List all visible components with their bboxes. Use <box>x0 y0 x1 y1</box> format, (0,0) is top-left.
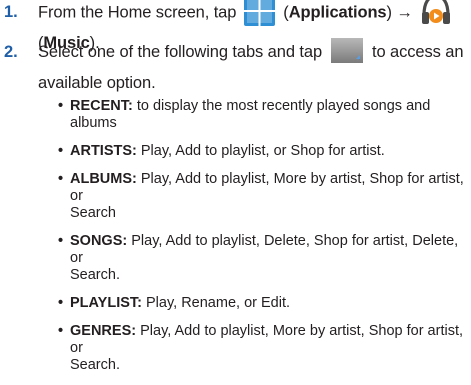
applications-icon <box>243 0 275 26</box>
step-2-text-after: to access an <box>372 43 464 61</box>
list-item-playlist: • PLAYLIST: Play, Rename, or Edit. <box>58 295 468 312</box>
step-2-line-2: available option. <box>38 74 156 92</box>
tab-description-continued: Search. <box>70 357 120 373</box>
tab-description-continued: Search <box>70 205 116 221</box>
tab-label: RECENT: <box>70 98 133 114</box>
list-item-recent: • RECENT: to display the most recently p… <box>58 98 468 132</box>
step-2-line-1: Select one of the following tabs and tap <box>38 37 464 68</box>
tab-label: SONGS: <box>70 233 128 249</box>
step-number: 2. <box>4 43 18 61</box>
tab-description: Play, Rename, or Edit. <box>146 295 291 311</box>
list-item-genres: • GENRES: Play, Add to playlist, More by… <box>58 323 468 374</box>
list-item-songs: • SONGS: Play, Add to playlist, Delete, … <box>58 233 468 284</box>
tab-description: Play, Add to playlist, or Shop for artis… <box>140 143 385 159</box>
tab-label: PLAYLIST: <box>70 295 142 311</box>
tab-label: ARTISTS: <box>70 143 137 159</box>
bullet-icon: • <box>58 233 64 249</box>
step-1-text: From the Home screen, tap <box>38 3 237 22</box>
applications-label: Applications <box>288 3 387 22</box>
arrow-icon: → <box>396 3 413 22</box>
bullet-icon: • <box>58 295 64 311</box>
tab-options-list: • RECENT: to display the most recently p… <box>58 98 468 385</box>
bullet-icon: • <box>58 143 64 159</box>
step-2: 2. Select one of the following tabs and … <box>0 37 471 99</box>
tab-description-continued: Search. <box>70 267 120 283</box>
bullet-icon: • <box>58 323 64 339</box>
bullet-icon: • <box>58 171 64 187</box>
tab-label: GENRES: <box>70 323 137 339</box>
music-headphones-icon <box>421 0 451 26</box>
tab-label: ALBUMS: <box>70 171 137 187</box>
step-2-text: Select one of the following tabs and tap <box>38 43 323 61</box>
list-item-artists: • ARTISTS: Play, Add to playlist, or Sho… <box>58 143 468 160</box>
manual-page: 1. From the Home screen, tap (Applicatio… <box>0 0 471 376</box>
menu-key-icon <box>330 38 363 64</box>
step-number: 1. <box>4 3 18 21</box>
bullet-icon: • <box>58 98 64 114</box>
list-item-albums: • ALBUMS: Play, Add to playlist, More by… <box>58 171 468 222</box>
tab-description: Play, Add to playlist, Delete, Shop for … <box>70 233 459 266</box>
step-1-line-1: From the Home screen, tap (Applications)… <box>38 0 451 29</box>
